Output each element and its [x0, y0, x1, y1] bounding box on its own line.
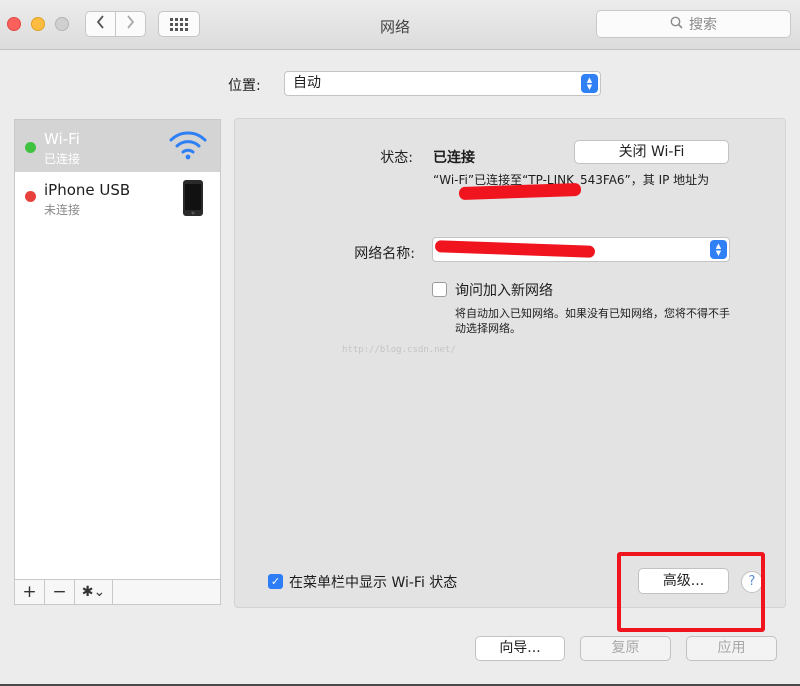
- gear-menu-button[interactable]: ✱⌄: [75, 580, 113, 604]
- search-icon: [670, 16, 683, 33]
- search-placeholder: 搜索: [689, 17, 717, 33]
- grid-icon: [170, 17, 188, 31]
- service-list[interactable]: Wi-Fi 已连接 iPhone USB 未连接 + − ✱⌄: [14, 119, 221, 605]
- add-service-button[interactable]: +: [15, 580, 45, 604]
- service-status: 已连接: [44, 152, 81, 166]
- chevron-left-icon: [96, 15, 105, 33]
- show-in-menubar-label: 在菜单栏中显示 Wi-Fi 状态: [289, 575, 458, 591]
- search-field[interactable]: 搜索: [596, 10, 791, 38]
- status-value: 已连接: [433, 150, 475, 166]
- status-label: 状态:: [380, 150, 413, 166]
- zoom-window-button[interactable]: [55, 17, 69, 31]
- location-value: 自动: [293, 75, 321, 91]
- apply-button[interactable]: 应用: [686, 636, 777, 661]
- gear-icon: ✱⌄: [81, 584, 106, 600]
- iphone-icon: [182, 179, 204, 221]
- window-title: 网络: [379, 18, 410, 36]
- service-item-iphone-usb[interactable]: iPhone USB 未连接: [15, 172, 220, 224]
- service-name: Wi-Fi: [44, 130, 80, 148]
- turn-off-wifi-button[interactable]: 关闭 Wi-Fi: [574, 140, 729, 164]
- location-select[interactable]: 自动 ▲ ▼: [284, 71, 601, 96]
- service-name: iPhone USB: [44, 181, 131, 199]
- highlight-annotation-box: [617, 552, 765, 632]
- back-button[interactable]: [85, 11, 116, 37]
- remove-service-button[interactable]: −: [45, 580, 75, 604]
- ask-join-checkbox[interactable]: [432, 282, 447, 297]
- service-status: 未连接: [44, 203, 81, 217]
- chevron-right-icon: [126, 15, 135, 33]
- title-bar: 网络 搜索: [0, 0, 800, 50]
- minimize-window-button[interactable]: [31, 17, 45, 31]
- assist-me-button[interactable]: 向导...: [475, 636, 565, 661]
- ask-join-description: 将自动加入已知网络。如果没有已知网络，您将不得不手动选择网络。: [455, 307, 730, 335]
- ask-join-label: 询问加入新网络: [455, 283, 553, 299]
- detail-panel: 状态: 已连接 关闭 Wi-Fi “Wi-Fi”已连接至“TP-LINK_543…: [234, 118, 786, 608]
- forward-button[interactable]: [115, 11, 146, 37]
- show-in-menubar-checkbox[interactable]: ✓: [268, 574, 283, 589]
- service-item-wifi[interactable]: Wi-Fi 已连接: [15, 120, 220, 172]
- location-label: 位置:: [228, 78, 261, 94]
- watermark-text: http://blog.csdn.net/: [342, 345, 456, 355]
- show-all-button[interactable]: [158, 11, 200, 37]
- close-window-button[interactable]: [7, 17, 21, 31]
- network-name-label: 网络名称:: [354, 246, 415, 262]
- wifi-icon: [168, 128, 208, 166]
- service-list-toolbar: + − ✱⌄: [14, 579, 221, 605]
- revert-button[interactable]: 复原: [580, 636, 671, 661]
- select-stepper-icon: ▲ ▼: [710, 240, 727, 259]
- status-dot-connected: [25, 142, 36, 153]
- status-dot-disconnected: [25, 191, 36, 202]
- select-stepper-icon: ▲ ▼: [581, 74, 598, 93]
- checkmark-icon: ✓: [270, 575, 281, 588]
